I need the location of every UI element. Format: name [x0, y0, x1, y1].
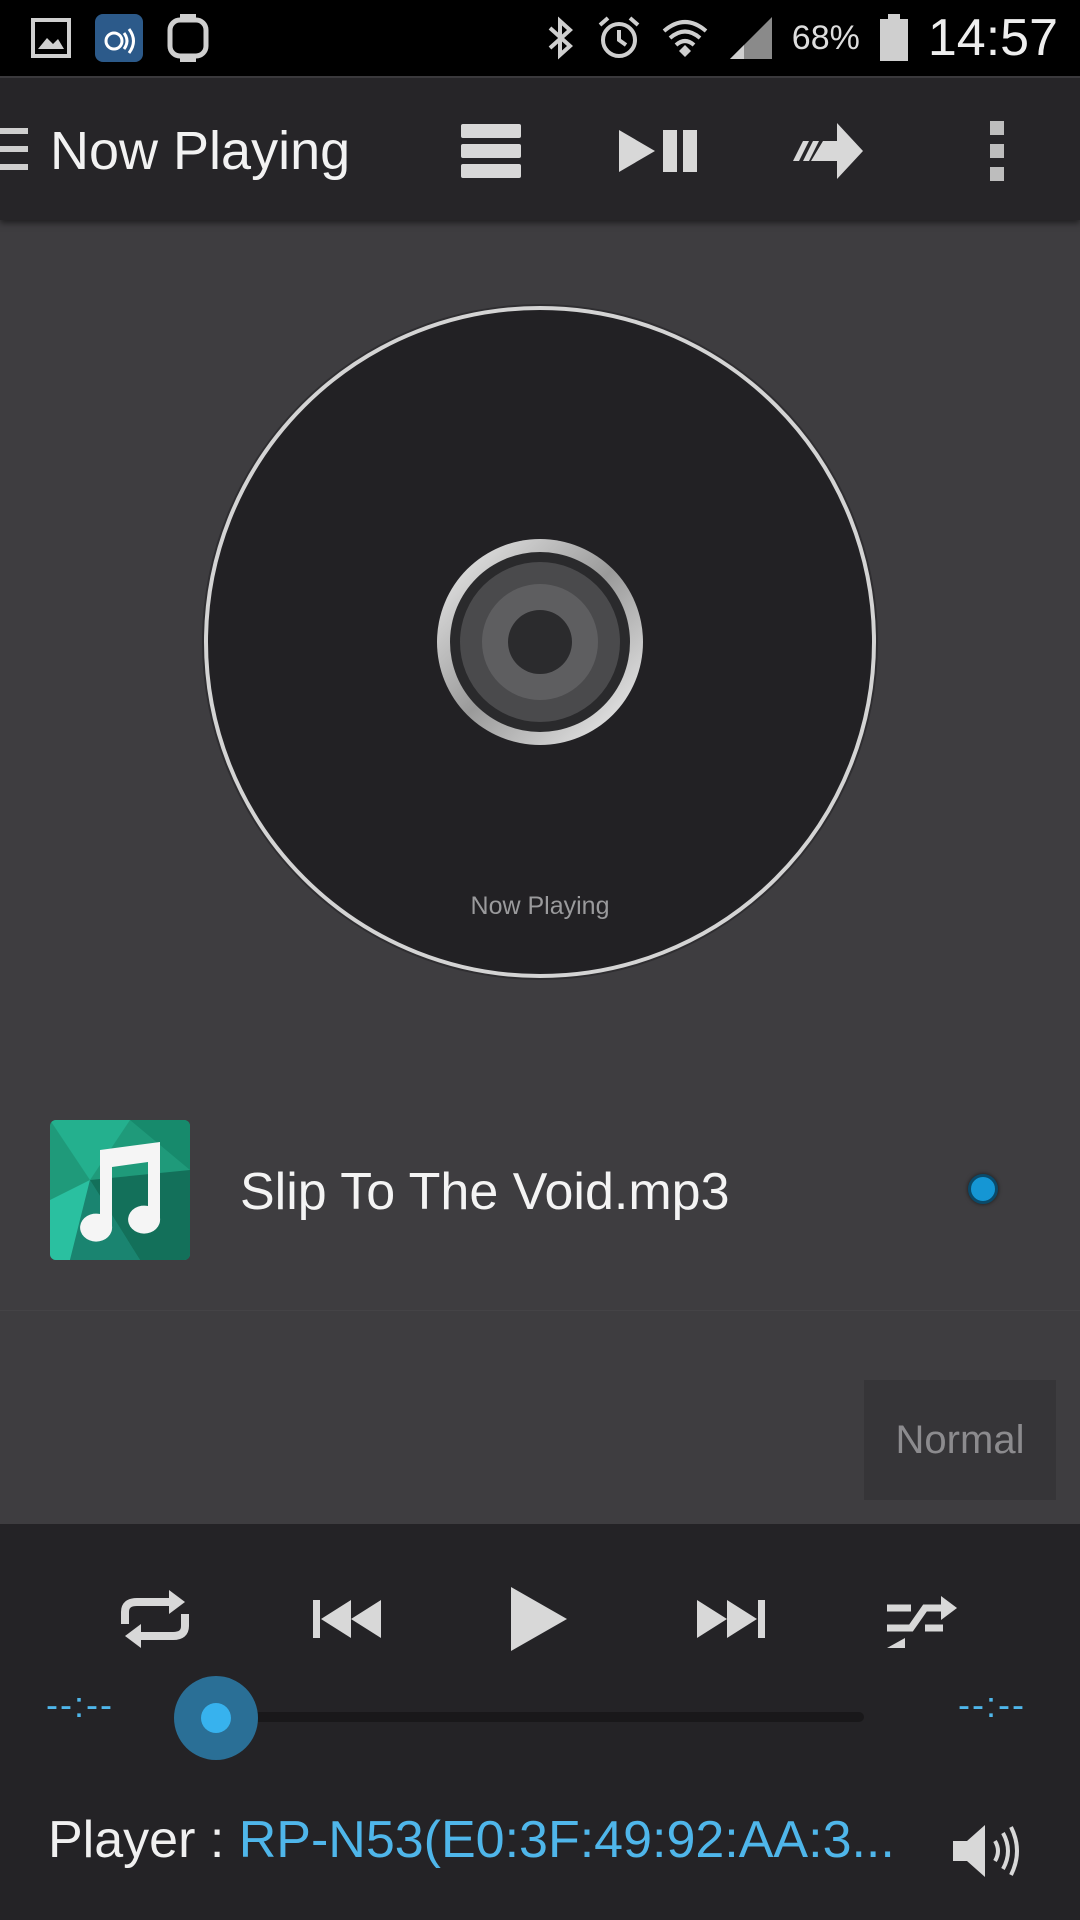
status-bar: 68% 14:57: [0, 0, 1080, 76]
bluetooth-icon: [548, 16, 573, 60]
seek-thumb[interactable]: [174, 1676, 258, 1760]
music-note-icon: [50, 1120, 190, 1260]
play-pause-icon: [619, 130, 697, 172]
page-title: Now Playing: [50, 121, 351, 181]
next-button[interactable]: [676, 1564, 786, 1674]
shuffle-icon: [887, 1596, 957, 1648]
album-art: [50, 1120, 190, 1260]
seek-thumb-dot: [201, 1703, 231, 1733]
play-pause-toggle-button[interactable]: [614, 106, 704, 196]
speaker-volume-icon: [953, 1825, 1019, 1877]
share-forward-button[interactable]: [782, 106, 872, 196]
overflow-menu-button[interactable]: [952, 106, 1042, 196]
clock: 14:57: [927, 9, 1058, 67]
overflow-menu-icon: [990, 121, 1004, 181]
player-label: Player :: [48, 1811, 239, 1869]
playlist-button[interactable]: [446, 106, 536, 196]
disc-label: Now Playing: [470, 892, 610, 920]
seek-bar[interactable]: [252, 1712, 864, 1722]
playback-controls: --:-- --:-- Player : RP-N53(E0:3F:49:92:…: [0, 1524, 1080, 1920]
previous-button[interactable]: [292, 1564, 402, 1674]
play-mode-button[interactable]: Normal: [864, 1380, 1056, 1500]
elapsed-time: --:--: [46, 1684, 114, 1725]
previous-icon: [313, 1600, 381, 1638]
disc-graphic: [202, 304, 878, 980]
battery-icon: [879, 14, 908, 61]
drawer-menu-icon[interactable]: [0, 126, 30, 172]
app-toolbar: Now Playing: [0, 76, 1080, 220]
player-info[interactable]: Player : RP-N53(E0:3F:49:92:AA:3...: [48, 1810, 895, 1870]
smartwatch-icon: [167, 14, 209, 62]
gallery-icon: [31, 18, 71, 58]
total-time: --:--: [958, 1684, 1026, 1725]
repeat-button[interactable]: [100, 1564, 210, 1674]
play-icon: [511, 1587, 567, 1651]
play-button[interactable]: [484, 1564, 594, 1674]
volume-button[interactable]: [940, 1806, 1030, 1896]
album-disc: Now Playing: [200, 302, 880, 982]
wifi-icon: [662, 20, 708, 57]
playlist-icon: [461, 124, 521, 178]
selected-indicator: [968, 1174, 998, 1204]
list-item[interactable]: Slip To The Void.mp3: [0, 1110, 1080, 1311]
repeat-icon: [121, 1590, 189, 1648]
shuffle-button[interactable]: [866, 1564, 976, 1674]
alarm-icon: [598, 16, 640, 58]
asus-audio-icon: [95, 14, 143, 62]
share-forward-icon: [793, 123, 863, 179]
next-icon: [697, 1600, 765, 1638]
track-title: Slip To The Void.mp3: [240, 1163, 730, 1221]
signal-icon: [729, 17, 772, 59]
battery-percent: 68%: [791, 18, 860, 57]
player-device-name[interactable]: RP-N53(E0:3F:49:92:AA:3...: [239, 1811, 895, 1869]
